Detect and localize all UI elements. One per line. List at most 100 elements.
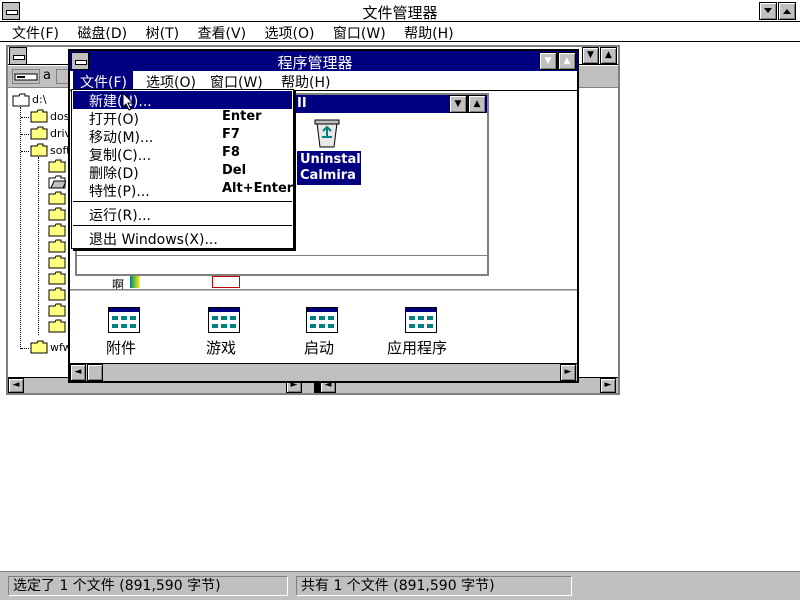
status-bar: 选定了 1 个文件 (891,590 字节) 共有 1 个文件 (891,590… bbox=[0, 571, 800, 600]
file-manager-titlebar: 文件管理器 bbox=[0, 0, 800, 22]
drive-icon bbox=[14, 73, 38, 81]
uninstall-label-line2[interactable]: Calmira II bbox=[300, 168, 370, 183]
menu-options[interactable]: 选项(O) bbox=[265, 26, 315, 42]
menu-item-label: 新建(N)... bbox=[89, 94, 152, 110]
program-group-icon[interactable] bbox=[108, 307, 140, 333]
menu-item-open[interactable]: 打开(O) Enter bbox=[73, 109, 292, 128]
menu-disk[interactable]: 磁盘(D) bbox=[77, 26, 127, 42]
pm-scroll-left[interactable]: ◄ bbox=[70, 364, 86, 381]
folder-icon bbox=[30, 109, 48, 123]
menu-item-label: 退出 Windows(X)... bbox=[89, 232, 218, 248]
folder-icon bbox=[48, 239, 66, 253]
tree-branch bbox=[21, 348, 29, 349]
menu-window[interactable]: 窗口(W) bbox=[333, 26, 386, 42]
pm-scrollbar[interactable]: ◄ ► bbox=[70, 363, 577, 381]
pm-scroll-thumb[interactable] bbox=[87, 364, 103, 381]
folder-icon bbox=[48, 191, 66, 205]
menu-item-shortcut: F7 bbox=[222, 127, 240, 142]
menu-help[interactable]: 帮助(H) bbox=[404, 26, 453, 42]
folder-icon bbox=[48, 303, 66, 317]
group-label-games[interactable]: 游戏 bbox=[206, 337, 236, 358]
program-group-icon[interactable] bbox=[306, 307, 338, 333]
folder-icon bbox=[48, 207, 66, 221]
group-minimize-button[interactable]: ▼ bbox=[449, 95, 467, 113]
menu-tree[interactable]: 树(T) bbox=[146, 26, 179, 42]
tree-branch bbox=[21, 151, 29, 152]
menu-item-shortcut: Enter bbox=[222, 109, 262, 124]
program-manager-title: 程序管理器 bbox=[277, 54, 353, 72]
menu-item-label: 移动(M)... bbox=[89, 130, 154, 146]
file-manager-title: 文件管理器 bbox=[362, 4, 438, 22]
status-total: 共有 1 个文件 (891,590 字节) bbox=[296, 576, 572, 596]
control-menu-icon[interactable] bbox=[71, 52, 89, 70]
folder-icon bbox=[48, 255, 66, 269]
folder-icon bbox=[48, 319, 66, 333]
file-manager-menubar: 文件(F) 磁盘(D) 树(T) 查看(V) 选项(O) 窗口(W) 帮助(H) bbox=[0, 22, 800, 42]
group-label-accessories[interactable]: 附件 bbox=[106, 337, 136, 358]
program-manager-titlebar: 程序管理器 ▼ ▲ bbox=[70, 51, 577, 72]
minimize-button[interactable] bbox=[759, 2, 777, 20]
scroll-right-button-2[interactable]: ► bbox=[600, 378, 616, 393]
pm-maximize-button[interactable]: ▲ bbox=[558, 52, 576, 70]
menu-separator bbox=[73, 201, 292, 202]
folder-icon bbox=[30, 126, 48, 140]
menu-file[interactable]: 文件(F) bbox=[12, 26, 59, 42]
menu-view[interactable]: 查看(V) bbox=[198, 26, 247, 42]
folder-icon bbox=[30, 340, 48, 354]
folder-open-icon bbox=[48, 175, 66, 189]
menu-item-delete[interactable]: 删除(D) Del bbox=[73, 163, 292, 182]
status-selected: 选定了 1 个文件 (891,590 字节) bbox=[8, 576, 288, 596]
menu-item-label: 复制(C)... bbox=[89, 148, 152, 164]
folder-icon bbox=[48, 223, 66, 237]
tree-branch bbox=[21, 117, 29, 118]
folder-icon bbox=[48, 287, 66, 301]
menu-item-label: 运行(R)... bbox=[89, 208, 152, 224]
maximize-arrow-icon bbox=[783, 9, 791, 14]
menu-item-properties[interactable]: 特性(P)... Alt+Enter bbox=[73, 181, 294, 200]
tree-branch bbox=[21, 134, 29, 135]
program-group-icon[interactable] bbox=[208, 307, 240, 333]
tree-line bbox=[20, 107, 21, 349]
drive-a-button[interactable] bbox=[12, 69, 40, 84]
minimize-arrow-icon bbox=[764, 8, 772, 13]
partial-icon-red bbox=[212, 276, 240, 288]
control-menu-icon[interactable] bbox=[9, 47, 27, 65]
pm-scroll-right[interactable]: ► bbox=[560, 364, 576, 381]
recycle-bin-icon[interactable] bbox=[312, 117, 342, 149]
mouse-cursor-icon bbox=[122, 92, 135, 111]
menu-item-copy[interactable]: 复制(C)... F8 bbox=[73, 145, 292, 164]
menu-item-label: 打开(O) bbox=[89, 112, 139, 128]
partial-icon bbox=[130, 276, 140, 288]
menu-item-move[interactable]: 移动(M)... F7 bbox=[73, 127, 292, 146]
tree-root-label[interactable]: d:\ bbox=[32, 93, 46, 106]
tree-line bbox=[38, 157, 39, 335]
pm-minimize-button[interactable]: ▼ bbox=[539, 52, 557, 70]
program-group-icon[interactable] bbox=[405, 307, 437, 333]
file-menu-dropdown: 新建(N)... 打开(O) Enter 移动(M)... F7 复制(C)..… bbox=[71, 89, 294, 249]
group-label-startup[interactable]: 启动 bbox=[304, 337, 334, 358]
drive-maximize-button[interactable]: ▲ bbox=[600, 47, 617, 64]
menu-item-shortcut: F8 bbox=[222, 145, 240, 160]
folder-icon bbox=[12, 93, 30, 107]
group-bottom-strip bbox=[77, 255, 487, 271]
group-maximize-button[interactable]: ▲ bbox=[468, 95, 486, 113]
menu-item-exit-windows[interactable]: 退出 Windows(X)... bbox=[73, 229, 292, 248]
scroll-left-button[interactable]: ◄ bbox=[8, 378, 24, 393]
drive-letter: a bbox=[43, 68, 51, 83]
drive-minimize-button[interactable]: ▼ bbox=[582, 47, 599, 64]
program-group-title: II bbox=[297, 96, 307, 111]
menu-separator bbox=[73, 225, 292, 226]
tree-pane: d:\ dosv drive softv wfw bbox=[8, 89, 78, 379]
folder-icon bbox=[48, 159, 66, 173]
menu-item-label: 特性(P)... bbox=[89, 184, 150, 200]
uninstall-label-line1[interactable]: Uninstall bbox=[300, 152, 365, 167]
group-label-applications[interactable]: 应用程序 bbox=[387, 337, 447, 358]
folder-icon bbox=[48, 271, 66, 285]
menu-item-shortcut: Alt+Enter bbox=[222, 181, 294, 196]
group-divider bbox=[70, 289, 577, 291]
menu-item-run[interactable]: 运行(R)... bbox=[73, 205, 292, 224]
menu-item-label: 删除(D) bbox=[89, 166, 139, 182]
program-manager-menubar: 文件(F) 选项(O) 窗口(W) 帮助(H) bbox=[70, 71, 577, 91]
menu-item-new[interactable]: 新建(N)... bbox=[73, 91, 292, 110]
maximize-button[interactable] bbox=[778, 2, 796, 20]
